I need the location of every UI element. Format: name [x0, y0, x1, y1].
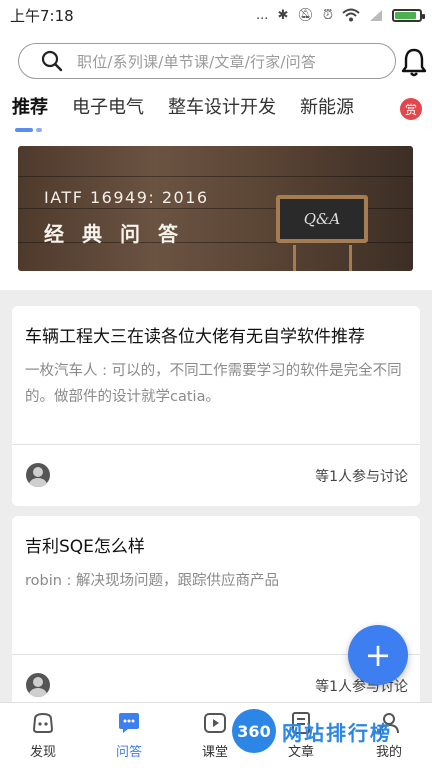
nav-label: 课堂	[201, 745, 228, 760]
answer-excerpt: 一枚汽车人 : 可以的，不同工作需要学习的软件是完全不同的。做部件的设计就学ca…	[25, 363, 402, 405]
participants-count: 等1人参与讨论	[315, 469, 408, 485]
question-title: 吉利SQE怎么样	[25, 537, 145, 557]
status-icons: ... ✱ 🔕︎ ⏰︎	[256, 7, 425, 23]
tab-recommend[interactable]: 推荐	[12, 92, 48, 132]
search-icon	[41, 50, 63, 72]
nav-classroom[interactable]: 课堂	[172, 709, 258, 760]
nav-label: 文章	[287, 745, 314, 760]
answer-excerpt: robin : 解决现场问题，跟踪供应商产品	[25, 573, 280, 589]
battery-icon	[392, 8, 425, 22]
nav-label: 我的	[375, 745, 402, 760]
banner-section: IATF 16949: 2016 经典问答 Q&A	[0, 140, 432, 290]
bluetooth-icon: ✱	[277, 7, 289, 23]
tab-vehicle-design[interactable]: 整车设计开发	[168, 92, 276, 124]
active-tab-indicator	[15, 128, 43, 132]
tab-label: 推荐	[12, 97, 48, 118]
add-question-button[interactable]: +	[348, 625, 408, 685]
tab-electronics[interactable]: 电子电气	[72, 92, 144, 124]
video-play-icon	[201, 709, 229, 737]
reward-badge[interactable]: 赏	[400, 98, 422, 120]
qa-board-icon: Q&A	[276, 195, 368, 243]
avatar[interactable]	[26, 673, 50, 697]
tab-new-energy[interactable]: 新能源	[300, 92, 354, 124]
tab-label: 新能源	[300, 97, 354, 118]
nav-label: 发现	[29, 745, 56, 760]
search-placeholder: 职位/系列课/单节课/文章/行家/问答	[77, 52, 317, 71]
nav-qa[interactable]: 问答	[86, 709, 172, 760]
question-card[interactable]: 吉利SQE怎么样 robin : 解决现场问题，跟踪供应商产品 等1人参与讨论	[12, 516, 420, 716]
question-title: 车辆工程大三在读各位大佬有无自学软件推荐	[25, 327, 365, 347]
nav-articles[interactable]: 文章	[258, 709, 344, 760]
bottom-nav: 发现 问答 课堂 文章 我的	[0, 702, 432, 768]
banner-title: IATF 16949: 2016	[44, 188, 209, 207]
qa-chat-icon	[115, 709, 143, 737]
alarm-icon: ⏰︎	[322, 7, 333, 23]
article-icon	[287, 709, 315, 737]
status-time: 上午7:18	[10, 6, 74, 25]
header: 职位/系列课/单节课/文章/行家/问答 推荐 电子电气 整车设计开发 新能源 赏	[0, 30, 432, 140]
cell-signal-icon	[370, 9, 382, 21]
search-bar[interactable]: 职位/系列课/单节课/文章/行家/问答	[18, 43, 396, 79]
discover-icon	[29, 709, 57, 737]
nav-label: 问答	[115, 745, 142, 760]
question-card[interactable]: 车辆工程大三在读各位大佬有无自学软件推荐 一枚汽车人 : 可以的，不同工作需要学…	[12, 306, 420, 506]
banner-subtitle: 经典问答	[44, 222, 196, 246]
nav-profile[interactable]: 我的	[346, 709, 432, 760]
status-bar: 上午7:18 ... ✱ 🔕︎ ⏰︎	[0, 0, 432, 30]
tab-label: 电子电气	[72, 97, 144, 118]
more-dots-icon: ...	[256, 7, 269, 23]
banner-image[interactable]: IATF 16949: 2016 经典问答 Q&A	[18, 146, 413, 271]
tab-label: 整车设计开发	[168, 97, 276, 118]
notification-bell-icon[interactable]	[401, 47, 427, 77]
divider	[12, 444, 420, 445]
profile-icon	[375, 709, 403, 737]
avatar[interactable]	[26, 463, 50, 487]
category-tabs: 推荐 电子电气 整车设计开发 新能源 赏	[12, 92, 432, 136]
nav-discover[interactable]: 发现	[0, 709, 86, 760]
wifi-icon	[342, 8, 360, 22]
mute-bell-icon: 🔕︎	[297, 7, 314, 23]
